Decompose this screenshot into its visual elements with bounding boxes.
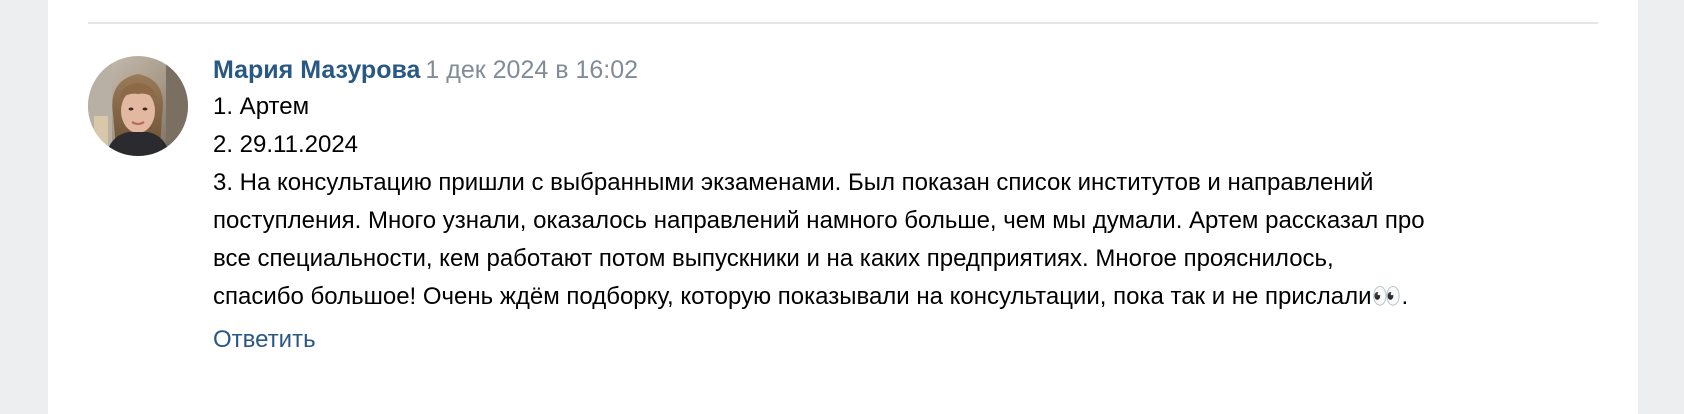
author-name-link[interactable]: Мария Мазурова [213, 56, 420, 84]
comment-text-line: 1. Артем [213, 93, 310, 120]
comment-date[interactable]: 1 дек 2024 в 16:02 [425, 56, 638, 84]
reply-link[interactable]: Ответить [213, 323, 316, 357]
comment-header: Мария Мазурова 1 дек 2024 в 16:02 [213, 52, 1603, 88]
comment-text-line: все специальности, кем работают потом вы… [213, 245, 1334, 272]
comment-body: Мария Мазурова 1 дек 2024 в 16:02 1. Арте… [213, 52, 1603, 357]
avatar-photo [88, 56, 188, 156]
comment-text-line: спасибо большое! Очень ждём подборку, ко… [213, 283, 1409, 310]
divider [88, 22, 1598, 24]
comments-panel: Мария Мазурова 1 дек 2024 в 16:02 1. Арте… [48, 0, 1638, 414]
avatar[interactable] [88, 56, 188, 156]
comment-text-line: 3. На консультацию пришли с выбранными э… [213, 169, 1374, 196]
comment-text-line: 2. 29.11.2024 [213, 131, 359, 158]
comment-text-line: поступления. Много узнали, оказалось нап… [213, 207, 1425, 234]
